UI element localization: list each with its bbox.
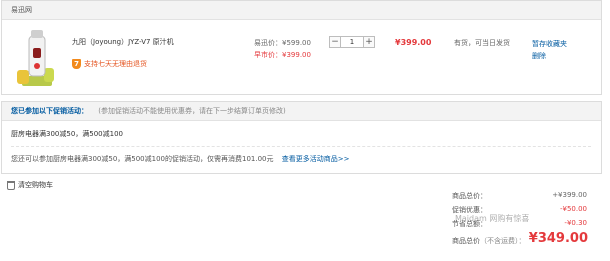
stock-status: 有货，可当日发货 <box>454 39 510 47</box>
cart-seller-group: 易迅网 九阳（Joyoung）JYZ-V7 原汁机 7 支持七天无理由退货 易迅… <box>1 0 602 95</box>
summary-value: -¥50.00 <box>559 205 587 213</box>
total-amount: ¥349.00 <box>528 231 588 246</box>
total-label: 商品总价（不含运费）： <box>452 236 526 246</box>
quantity-increase-button[interactable]: + <box>363 36 375 48</box>
summary-label: 商品总价： <box>452 192 487 200</box>
quantity-decrease-button[interactable]: − <box>329 36 341 48</box>
order-total: 商品总价（不含运费）： ¥349.00 <box>440 230 602 250</box>
watermark: Maidam 网购有惊喜 <box>455 214 530 223</box>
quantity-stepper: − 1 + <box>329 36 375 48</box>
product-image[interactable] <box>14 26 60 90</box>
delete-item-link[interactable]: 删除 <box>532 50 567 62</box>
promotion-panel: 您已参加以下促销活动： (参加促销活动不能使用优惠券，请在下一步结算订单页修改)… <box>1 101 602 174</box>
move-to-favorites-link[interactable]: 暂存收藏夹 <box>532 38 567 50</box>
more-promo-items-link[interactable]: 查看更多活动商品>> <box>282 155 350 163</box>
item-actions: 暂存收藏夹 删除 <box>532 38 567 62</box>
trash-icon <box>7 180 15 190</box>
summary-value: -¥0.30 <box>564 219 587 227</box>
return-guarantee-text: 支持七天无理由退货 <box>84 60 147 68</box>
summary-value: +¥399.00 <box>552 191 587 199</box>
return-guarantee: 7 支持七天无理由退货 <box>72 59 147 69</box>
promotion-header: 您已参加以下促销活动： (参加促销活动不能使用优惠券，请在下一步结算订单页修改) <box>2 102 601 121</box>
promotion-note: (参加促销活动不能使用优惠券，请在下一步结算订单页修改) <box>98 107 286 115</box>
quantity-input[interactable]: 1 <box>341 36 363 48</box>
price-block: 易迅价：¥599.00 早市价：¥399.00 <box>254 37 311 61</box>
clear-cart-label: 清空购物车 <box>18 181 53 189</box>
total-note: （不含运费）： <box>480 237 526 245</box>
item-subtotal: ¥399.00 <box>395 38 432 47</box>
seller-name: 易迅网 <box>2 1 601 20</box>
divider <box>11 146 591 147</box>
promotion-suggestion: 您还可以参加厨房电器满300减50，满500减100的促销活动，仅需再消费101… <box>11 154 349 164</box>
promo-price: 早市价：¥399.00 <box>254 51 311 59</box>
promotion-suggestion-text: 您还可以参加厨房电器满300减50，满500减100的促销活动，仅需再消费101… <box>11 155 274 163</box>
seven-day-badge-icon: 7 <box>72 59 81 69</box>
summary-row: 商品总价： +¥399.00 <box>440 188 602 202</box>
product-name[interactable]: 九阳（Joyoung）JYZ-V7 原汁机 <box>72 37 174 47</box>
list-price: 易迅价：¥599.00 <box>254 39 311 47</box>
active-promotion: 厨房电器满300减50，满500减100 <box>11 130 123 138</box>
promotion-title: 您已参加以下促销活动： <box>11 107 88 115</box>
total-label-text: 商品总价 <box>452 237 480 245</box>
clear-cart-button[interactable]: 清空购物车 <box>7 180 53 190</box>
cart-item-row: 九阳（Joyoung）JYZ-V7 原汁机 7 支持七天无理由退货 易迅价：¥5… <box>2 20 601 94</box>
